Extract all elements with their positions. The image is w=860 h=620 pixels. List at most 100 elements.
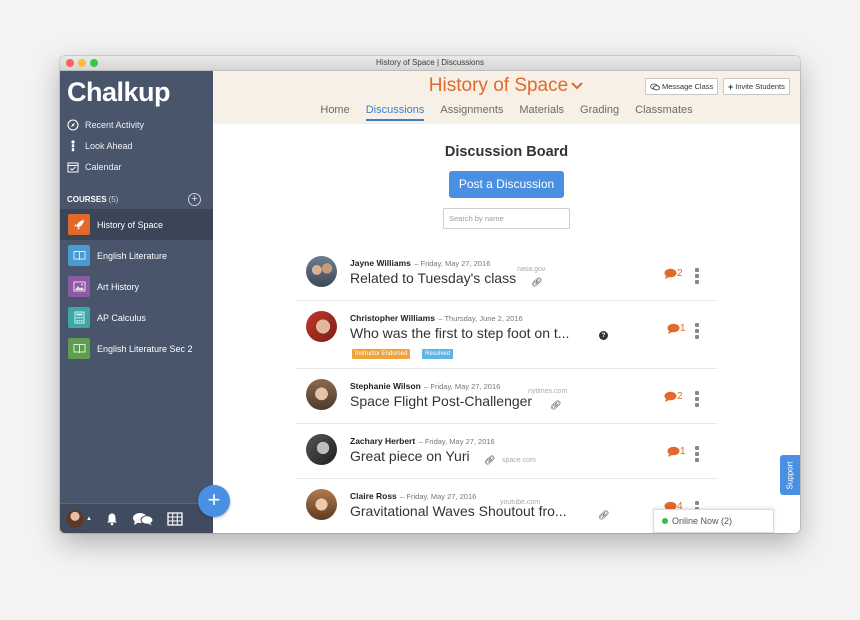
course-header: History of Space Message Class + Invite …: [213, 71, 800, 124]
book-icon: [68, 338, 90, 359]
comment-count[interactable]: 2: [664, 391, 683, 402]
comment-count[interactable]: 2: [664, 268, 683, 279]
app-window: History of Space | Discussions Chalkup R…: [60, 56, 800, 533]
nav-look-ahead[interactable]: Look Ahead: [67, 138, 133, 154]
link-domain: nytimes.com: [528, 388, 568, 395]
avatar: [306, 379, 337, 410]
discussion-title[interactable]: Who was the first to step foot on t...: [350, 325, 569, 341]
chevron-up-icon[interactable]: ▲: [86, 516, 92, 522]
tab-home[interactable]: Home: [320, 104, 349, 121]
grid-icon[interactable]: [167, 511, 183, 526]
link-domain: nasa.gov: [517, 266, 546, 273]
course-ap-calculus[interactable]: AP Calculus: [60, 302, 213, 333]
discussion-row[interactable]: Stephanie Wilson – Friday, May 27, 2016 …: [296, 369, 717, 424]
online-status-icon: [662, 518, 668, 524]
more-options-icon[interactable]: [695, 391, 699, 409]
message-class-button[interactable]: Message Class: [645, 78, 719, 95]
add-course-button[interactable]: +: [188, 193, 201, 206]
author-name: Claire Ross: [350, 491, 397, 501]
author-line: Zachary Herbert – Friday, May 27, 2016: [350, 436, 495, 446]
calculator-icon: [68, 307, 90, 328]
calendar-icon: [67, 161, 79, 173]
tab-assignments[interactable]: Assignments: [440, 104, 503, 121]
tab-classmates[interactable]: Classmates: [635, 104, 692, 121]
link-domain: youtube.com: [500, 499, 541, 506]
discussion-title[interactable]: Great piece on Yuri: [350, 448, 470, 464]
picture-icon: [68, 276, 90, 297]
course-label: English Literature: [97, 250, 168, 261]
online-now-panel[interactable]: Online Now (2): [653, 509, 774, 533]
author-name: Zachary Herbert: [350, 436, 416, 446]
link-icon: 🔗︎: [531, 277, 543, 287]
course-label: History of Space: [97, 219, 164, 230]
post-date: – Friday, May 27, 2016: [400, 492, 477, 501]
author-name: Jayne Williams: [350, 258, 411, 268]
course-art-history[interactable]: Art History: [60, 271, 213, 302]
sidebar-bottom-bar: ▲: [60, 503, 213, 533]
book-icon: [68, 245, 90, 266]
author-line: Jayne Williams – Friday, May 27, 2016: [350, 258, 490, 268]
avatar: [306, 489, 337, 520]
nav-label: Look Ahead: [85, 141, 133, 151]
post-date: – Friday, May 27, 2016: [418, 437, 495, 446]
page-title: Discussion Board: [444, 144, 569, 160]
comment-count-value: 1: [680, 446, 686, 457]
tab-grading[interactable]: Grading: [580, 104, 619, 121]
link-icon: 🔗︎: [484, 455, 496, 465]
course-history-of-space[interactable]: History of Space: [60, 209, 213, 240]
chalkup-logo[interactable]: Chalkup: [67, 77, 171, 108]
course-english-literature-sec-2[interactable]: English Literature Sec 2: [60, 333, 213, 364]
courses-label: COURSES: [67, 195, 107, 204]
comment-icon: [664, 268, 677, 279]
course-title: History of Space: [428, 75, 569, 96]
more-options-icon[interactable]: [695, 446, 699, 464]
more-options-icon[interactable]: [695, 323, 699, 341]
resolved-badge: Resolved: [422, 349, 454, 359]
online-now-label: Online Now (2): [672, 516, 733, 526]
window-title: History of Space | Discussions: [376, 58, 484, 67]
discussion-row[interactable]: Zachary Herbert – Friday, May 27, 2016 G…: [296, 424, 717, 479]
tab-discussions[interactable]: Discussions: [365, 104, 425, 121]
invite-students-button[interactable]: + Invite Students: [723, 78, 790, 95]
chevron-down-icon: [570, 75, 584, 97]
bell-icon[interactable]: [105, 512, 119, 526]
chat-bubbles-icon[interactable]: [132, 512, 154, 526]
support-label: Support: [785, 460, 795, 490]
instructor-endorsed-badge: Instructor Endorsed: [352, 349, 411, 359]
comment-icon: [664, 391, 677, 402]
support-tab[interactable]: Support: [780, 455, 800, 495]
avatar: [306, 256, 337, 287]
discussion-title[interactable]: Space Flight Post-Challenger: [350, 393, 532, 409]
nav-recent-activity[interactable]: Recent Activity: [67, 117, 144, 133]
comment-count[interactable]: 1: [667, 323, 686, 334]
comment-count[interactable]: 1: [667, 446, 686, 457]
comment-count-value: 2: [677, 268, 683, 279]
course-label: Art History: [97, 281, 140, 292]
create-fab-button[interactable]: +: [198, 485, 230, 517]
courses-heading: COURSES (5): [67, 195, 118, 204]
title-bar: History of Space | Discussions: [60, 56, 800, 71]
nav-label: Calendar: [85, 162, 122, 172]
more-options-icon[interactable]: [695, 268, 699, 286]
look-ahead-icon: [67, 140, 79, 152]
author-name: Christopher Williams: [350, 313, 435, 323]
link-icon: 🔗︎: [598, 510, 610, 520]
user-avatar[interactable]: [66, 509, 84, 528]
nav-calendar[interactable]: Calendar: [67, 159, 122, 175]
post-date: – Friday, May 27, 2016: [424, 382, 501, 391]
discussion-row[interactable]: Jayne Williams – Friday, May 27, 2016 Re…: [296, 246, 717, 301]
message-class-label: Message Class: [662, 82, 714, 91]
sidebar: Chalkup Recent Activity Look Ahead Calen…: [60, 71, 213, 533]
comment-icon: [667, 446, 680, 457]
comment-count-value: 2: [677, 391, 683, 402]
post-date: – Friday, May 27, 2016: [414, 259, 491, 268]
post-discussion-button[interactable]: Post a Discussion: [449, 171, 564, 198]
course-english-literature[interactable]: English Literature: [60, 240, 213, 271]
invite-students-label: Invite Students: [735, 82, 785, 91]
tab-materials[interactable]: Materials: [519, 104, 564, 121]
discussion-title[interactable]: Related to Tuesday's class: [350, 270, 516, 286]
plus-icon: +: [728, 81, 734, 92]
search-input[interactable]: [443, 208, 570, 229]
discussion-row[interactable]: Christopher Williams – Thursday, June 2,…: [296, 301, 717, 369]
course-label: AP Calculus: [97, 312, 146, 323]
